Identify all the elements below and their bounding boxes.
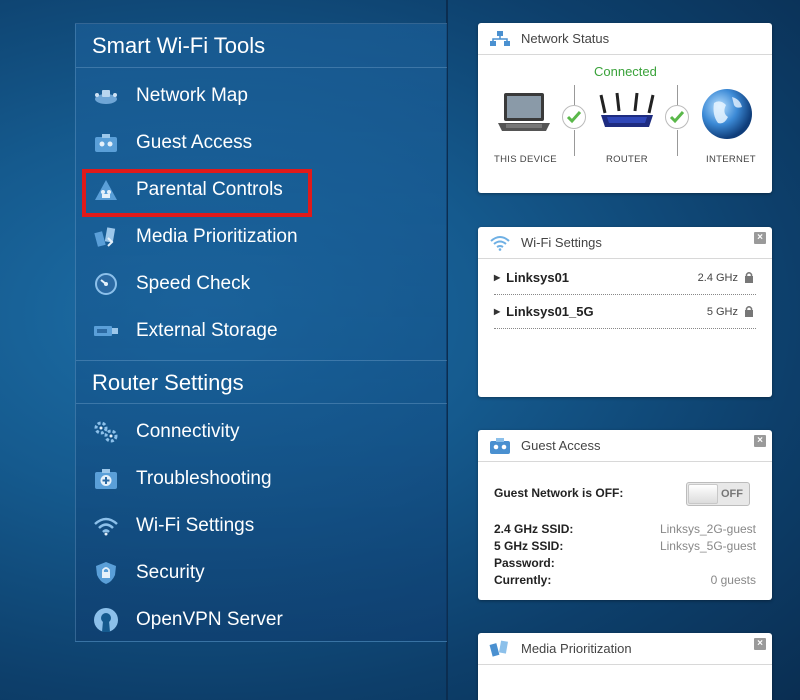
connection-status: Connected [594,64,657,79]
card-title: Media Prioritization [521,641,632,656]
check-icon [562,105,586,129]
wifi-network-row[interactable]: ▶ Linksys01 2.4 GHz [494,261,756,295]
sidebar-item-label: Guest Access [136,131,253,153]
close-icon[interactable]: × [754,638,766,650]
lock-icon [744,271,754,286]
sidebar-item-speed-check[interactable]: Speed Check [76,260,447,307]
smart-wifi-tools-title: Smart Wi-Fi Tools [76,24,447,68]
guest-access-icon [92,131,120,155]
sidebar-item-label: Speed Check [136,272,251,294]
this-device-label: THIS DEVICE [494,154,557,165]
toggle-knob [688,484,718,504]
guest-access-icon [488,436,512,456]
wifi-icon [92,514,120,538]
ssid-24-row: 2.4 GHz SSID: Linksys_2G-guest [494,522,756,536]
connector-line [677,85,678,105]
card-title: Guest Access [521,438,601,453]
ssid-label: Linksys01 [506,270,570,285]
globe-icon[interactable] [700,87,754,146]
network-status-icon [488,29,512,49]
card-title: Network Status [521,31,610,46]
laptop-icon[interactable] [496,91,552,140]
sidebar-item-troubleshooting[interactable]: Troubleshooting [76,455,447,502]
expand-triangle-icon: ▶ [494,307,501,316]
guest-access-card: Guest Access × Guest Network is OFF: OFF… [478,430,772,600]
sidebar-item-media-prioritization[interactable]: Media Prioritization [76,213,447,260]
sidebar-item-security[interactable]: Security [76,549,447,596]
sidebar: Smart Wi-Fi Tools Network Map Guest Acce… [75,23,447,642]
media-prioritization-icon [92,225,120,249]
sidebar-item-connectivity[interactable]: Connectivity [76,408,447,455]
network-map-icon [92,84,120,108]
password-label: Password: [494,556,555,570]
sidebar-item-wifi-settings[interactable]: Wi-Fi Settings [76,502,447,549]
wifi-settings-card: Wi-Fi Settings × ▶ Linksys01 2.4 GHz ▶ L… [478,227,772,397]
sidebar-item-label: Network Map [136,84,248,106]
check-icon [665,105,689,129]
connector-line [677,130,678,156]
guest-count-value: 0 guests [710,573,756,587]
sidebar-item-label: Wi-Fi Settings [136,514,255,536]
ssid-24-value: Linksys_2G-guest [659,522,756,536]
openvpn-icon [92,607,120,632]
expand-triangle-icon: ▶ [494,273,501,282]
gears-icon [92,420,120,444]
media-prioritization-card: Media Prioritization × [478,633,772,700]
router-settings-title: Router Settings [76,360,447,404]
network-status-body: Connected THIS DEVICE ROUTER INTERNET [478,55,772,193]
router-label: ROUTER [606,154,648,165]
guest-network-toggle[interactable]: OFF [686,482,750,506]
sidebar-item-parental-controls[interactable]: Parental Controls [76,166,447,217]
toggle-label: OFF [721,488,743,500]
sidebar-item-external-storage[interactable]: External Storage [76,307,447,354]
close-icon[interactable]: × [754,435,766,447]
sidebar-item-label: Media Prioritization [136,225,298,247]
guest-status-label: Guest Network is OFF: [494,486,624,500]
lock-icon [744,305,754,320]
sidebar-item-label: Parental Controls [136,178,283,200]
sidebar-item-openvpn-server[interactable]: OpenVPN Server [76,596,447,643]
ssid-label: Linksys01_5G [506,304,594,319]
internet-label: INTERNET [706,154,756,165]
ssid-5-label: 5 GHz SSID: [494,539,564,553]
speed-check-icon [92,272,120,296]
close-icon[interactable]: × [754,232,766,244]
guest-access-header: Guest Access × [478,430,772,462]
sidebar-item-label: External Storage [136,319,278,341]
connector-line [574,85,575,105]
wifi-settings-header: Wi-Fi Settings × [478,227,772,259]
band-label: 2.4 GHz [697,271,738,284]
ssid-5-value: Linksys_5G-guest [659,539,756,553]
network-status-header: Network Status [478,23,772,55]
currently-row: Currently: 0 guests [494,573,756,587]
sidebar-item-label: Security [136,561,205,583]
usb-storage-icon [92,319,120,343]
sidebar-item-label: Troubleshooting [136,467,272,489]
network-status-card: Network Status Connected THIS DEVICE ROU… [478,23,772,193]
media-prioritization-icon [488,639,512,659]
sidebar-item-label: Connectivity [136,420,240,442]
shield-lock-icon [92,561,120,585]
router-icon[interactable] [597,91,657,140]
first-aid-icon [92,467,120,491]
wifi-icon [488,233,512,253]
sidebar-item-guest-access[interactable]: Guest Access [76,119,447,166]
connector-line [574,130,575,156]
parental-controls-icon [92,178,120,202]
sidebar-item-network-map[interactable]: Network Map [76,72,447,119]
card-title: Wi-Fi Settings [521,235,602,250]
sidebar-item-label: OpenVPN Server [136,608,283,630]
ssid-24-label: 2.4 GHz SSID: [494,522,574,536]
media-prioritization-header: Media Prioritization × [478,633,772,665]
password-row: Password: [494,556,756,570]
ssid-5-row: 5 GHz SSID: Linksys_5G-guest [494,539,756,553]
band-label: 5 GHz [706,305,738,318]
wifi-network-row[interactable]: ▶ Linksys01_5G 5 GHz [494,295,756,329]
currently-label: Currently: [494,573,552,587]
